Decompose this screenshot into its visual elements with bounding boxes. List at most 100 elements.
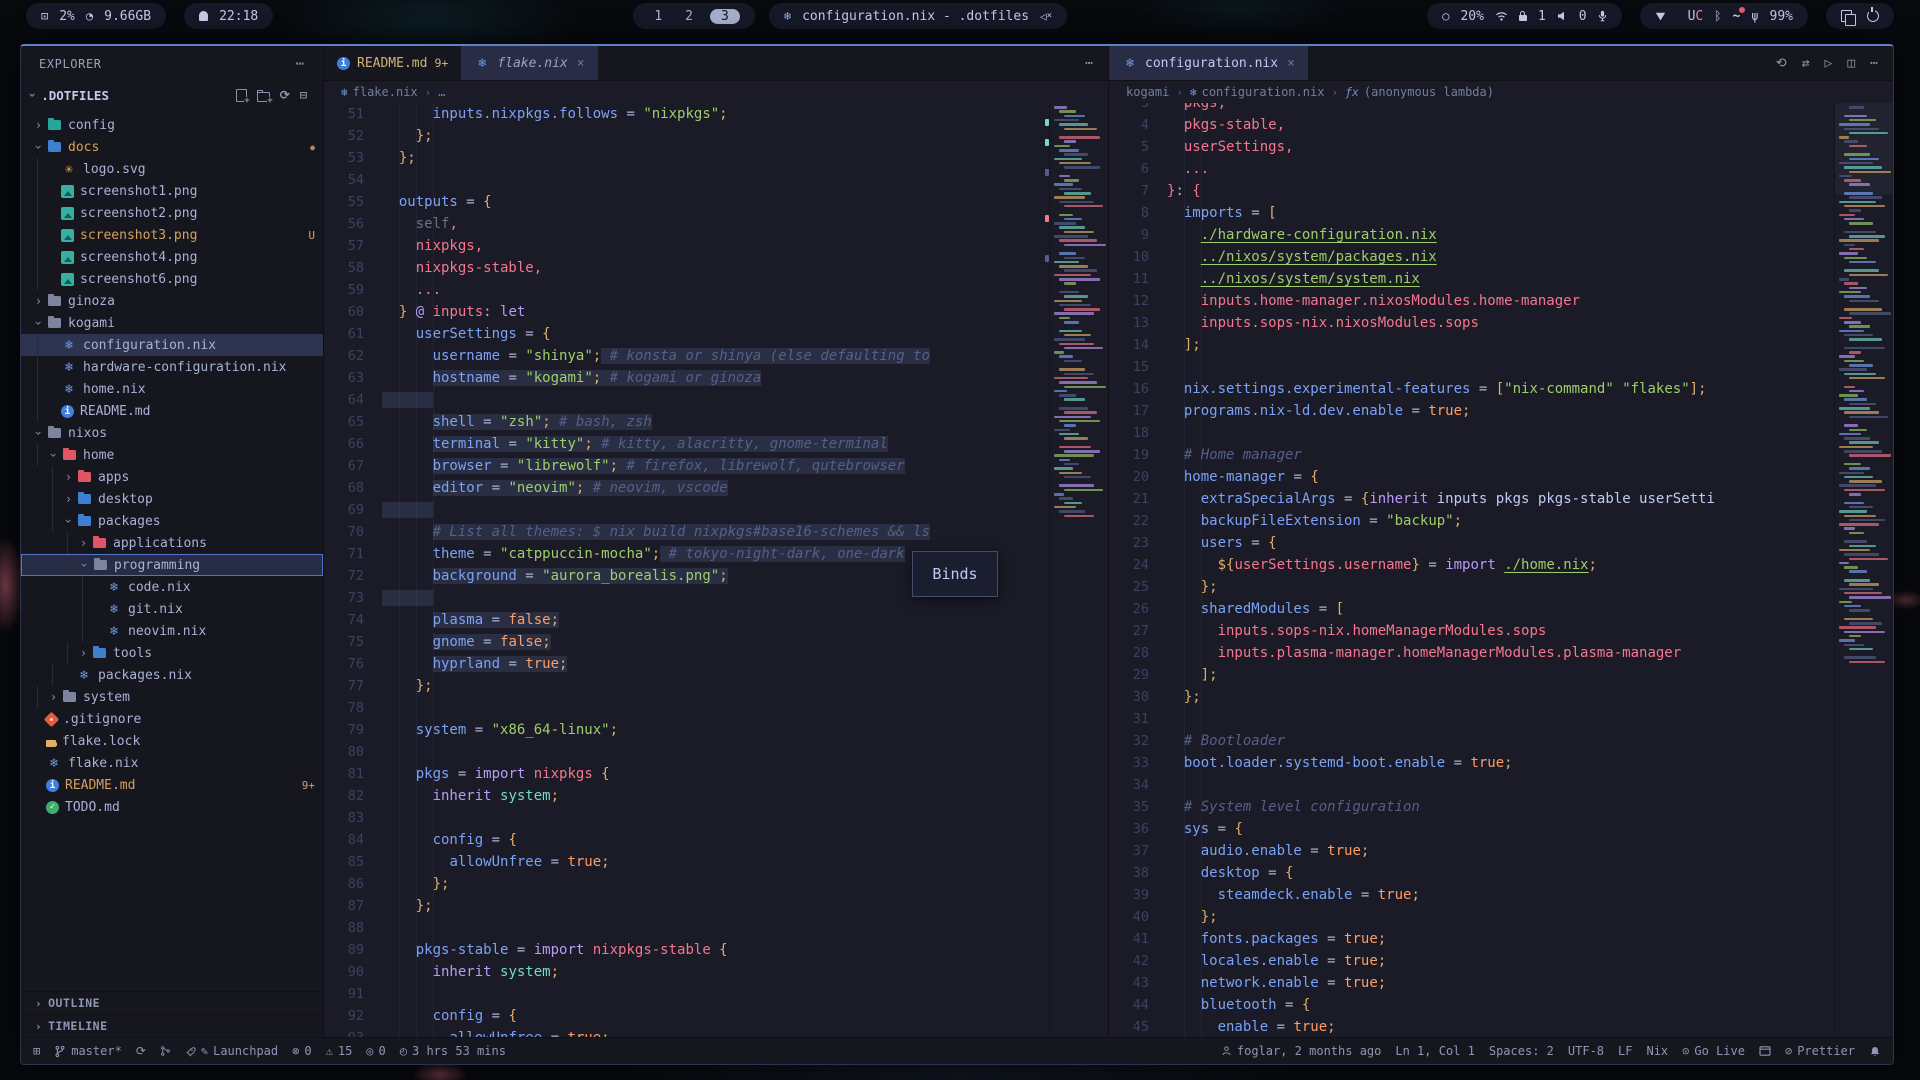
history-icon[interactable]: ⟲: [1776, 56, 1787, 71]
workspace-1[interactable]: 1: [648, 9, 668, 24]
tree-item-configuration.nix[interactable]: configuration.nix: [21, 334, 323, 356]
minimap-right[interactable]: [1834, 103, 1893, 1037]
tree-item-label: configuration.nix: [83, 338, 216, 353]
tree-item-todo.md[interactable]: TODO.md: [21, 796, 323, 818]
tree-item-flake.lock[interactable]: flake.lock: [21, 730, 323, 752]
collapse-all-icon[interactable]: ⊟: [300, 89, 307, 101]
line-number: 71: [324, 543, 382, 565]
status-item-right-7[interactable]: [1759, 1046, 1771, 1056]
run-icon[interactable]: ▷: [1825, 56, 1833, 71]
tree-item-kogami[interactable]: ›kogami: [21, 312, 323, 334]
panel-timeline[interactable]: ›TIMELINE: [21, 1014, 323, 1037]
status-item-left-6[interactable]: ⚠15: [326, 1044, 353, 1058]
breadcrumb-item[interactable]: ❄flake.nix: [341, 85, 418, 99]
status-item-left-5[interactable]: ⊗0: [292, 1044, 311, 1058]
tree-item-apps[interactable]: ›apps: [21, 466, 323, 488]
close-icon[interactable]: ×: [575, 56, 585, 71]
breadcrumb-left[interactable]: ❄flake.nix › …: [324, 81, 1108, 103]
tree-item-screenshot3.png[interactable]: screenshot3.pngU: [21, 224, 323, 246]
status-item-right-4[interactable]: LF: [1618, 1044, 1632, 1058]
workspace-2[interactable]: 2: [679, 9, 699, 24]
tree-item-desktop[interactable]: ›desktop: [21, 488, 323, 510]
tree-item-hardware-configuration.nix[interactable]: hardware-configuration.nix: [21, 356, 323, 378]
breadcrumb-separator: ›: [425, 86, 432, 99]
tab-readme.md[interactable]: README.md9+: [324, 46, 461, 80]
tree-item-system[interactable]: ›system: [21, 686, 323, 708]
tree-item-docs[interactable]: ›docs●: [21, 136, 323, 158]
status-item-right-0[interactable]: foglar, 2 months ago: [1221, 1044, 1382, 1058]
new-file-icon[interactable]: [236, 89, 247, 102]
tree-item-packages[interactable]: ›packages: [21, 510, 323, 532]
status-item-left-3[interactable]: [160, 1045, 171, 1057]
line-number: 77: [324, 675, 382, 697]
breadcrumb-item[interactable]: ❄configuration.nix: [1190, 85, 1324, 99]
status-item-right-1[interactable]: Ln 1, Col 1: [1395, 1044, 1474, 1058]
status-item-label: Launchpad: [213, 1044, 278, 1058]
status-item-right-8[interactable]: ⊘Prettier: [1785, 1044, 1855, 1058]
status-item-right-2[interactable]: Spaces: 2: [1489, 1044, 1554, 1058]
git-file-icon: [44, 711, 60, 727]
workspace-switcher[interactable]: 123: [633, 3, 754, 29]
code-editor-configuration-nix[interactable]: 3 pkgs,4 pkgs-stable,5 userSettings,6 ..…: [1109, 103, 1893, 1037]
tree-item-home.nix[interactable]: home.nix: [21, 378, 323, 400]
tree-item-label: screenshot2.png: [80, 206, 197, 221]
tree-item-flake.nix[interactable]: flake.nix: [21, 752, 323, 774]
tree-item-nixos[interactable]: ›nixos: [21, 422, 323, 444]
new-folder-icon[interactable]: [257, 92, 270, 102]
tree-item-ginoza[interactable]: ›ginoza: [21, 290, 323, 312]
mute-icon[interactable]: ◁×: [1040, 10, 1052, 23]
split-icon[interactable]: ◫: [1847, 56, 1855, 71]
status-item-right-9[interactable]: [1869, 1045, 1881, 1058]
tree-item-packages.nix[interactable]: packages.nix: [21, 664, 323, 686]
tab-flake.nix[interactable]: flake.nix×: [461, 46, 597, 80]
tree-item-tools[interactable]: ›tools: [21, 642, 323, 664]
breadcrumb-right[interactable]: kogami›❄configuration.nix›ƒx(anonymous l…: [1109, 81, 1893, 103]
code-editor-flake-nix[interactable]: 51 inputs.nixpkgs.follows = "nixpkgs";52…: [324, 103, 1108, 1037]
refresh-icon[interactable]: ⟳: [280, 89, 290, 101]
more-icon[interactable]: ⋯: [1085, 56, 1093, 71]
breadcrumb-item[interactable]: ƒx(anonymous lambda): [1345, 85, 1494, 99]
tree-item-screenshot1.png[interactable]: screenshot1.png: [21, 180, 323, 202]
tree-item-logo.svg[interactable]: logo.svg: [21, 158, 323, 180]
close-icon[interactable]: ×: [1285, 56, 1295, 71]
explorer-more-actions-icon[interactable]: ⋯: [296, 56, 305, 72]
tree-item-screenshot4.png[interactable]: screenshot4.png: [21, 246, 323, 268]
line-content: terminal = "kitty"; # kitty, alacritty, …: [382, 433, 888, 455]
status-item-right-5[interactable]: Nix: [1646, 1044, 1668, 1058]
tree-item-screenshot2.png[interactable]: screenshot2.png: [21, 202, 323, 224]
tree-item-git.nix[interactable]: git.nix: [21, 598, 323, 620]
tree-item-label: tools: [113, 646, 152, 661]
tab-configuration.nix[interactable]: configuration.nix×: [1109, 46, 1308, 80]
nix-icon: ❄: [341, 86, 348, 99]
tree-item-neovim.nix[interactable]: neovim.nix: [21, 620, 323, 642]
breadcrumb-item[interactable]: …: [438, 85, 445, 99]
panel-outline[interactable]: ›OUTLINE: [21, 991, 323, 1014]
edit-icon: ✎: [201, 1044, 208, 1058]
breadcrumb-item[interactable]: kogami: [1126, 85, 1169, 99]
tree-item-programming[interactable]: ›programming: [21, 554, 323, 576]
workspace-3[interactable]: 3: [710, 9, 740, 24]
status-item-left-0[interactable]: ⊞: [33, 1044, 40, 1058]
status-item-left-8[interactable]: ◴3 hrs 53 mins: [400, 1044, 506, 1058]
status-item-left-4[interactable]: ✎ Launchpad: [185, 1044, 278, 1058]
status-item-right-3[interactable]: UTF-8: [1568, 1044, 1604, 1058]
tree-item-readme.md[interactable]: README.md: [21, 400, 323, 422]
explorer-title: EXPLORER: [39, 57, 102, 71]
status-item-left-2[interactable]: ⟳: [136, 1044, 146, 1058]
workspace-root-row[interactable]: › .DOTFILES ⟳ ⊟: [21, 82, 323, 108]
line-content: gnome = false;: [382, 631, 551, 653]
tree-item-applications[interactable]: ›applications: [21, 532, 323, 554]
status-item-right-6[interactable]: ⊙Go Live: [1682, 1044, 1745, 1058]
folder-icon: [76, 513, 92, 529]
more-icon[interactable]: ⋯: [1870, 56, 1878, 71]
tree-item-home[interactable]: ›home: [21, 444, 323, 466]
status-item-left-1[interactable]: master*: [54, 1044, 122, 1058]
tree-item-config[interactable]: ›config: [21, 114, 323, 136]
tree-item-.gitignore[interactable]: .gitignore: [21, 708, 323, 730]
status-item-left-7[interactable]: ◎0: [366, 1044, 385, 1058]
tree-item-screenshot6.png[interactable]: screenshot6.png: [21, 268, 323, 290]
minimap-left[interactable]: [1049, 103, 1108, 1037]
compare-icon[interactable]: ⇄: [1802, 56, 1810, 71]
tree-item-code.nix[interactable]: code.nix: [21, 576, 323, 598]
tree-item-readme.md[interactable]: README.md9+: [21, 774, 323, 796]
